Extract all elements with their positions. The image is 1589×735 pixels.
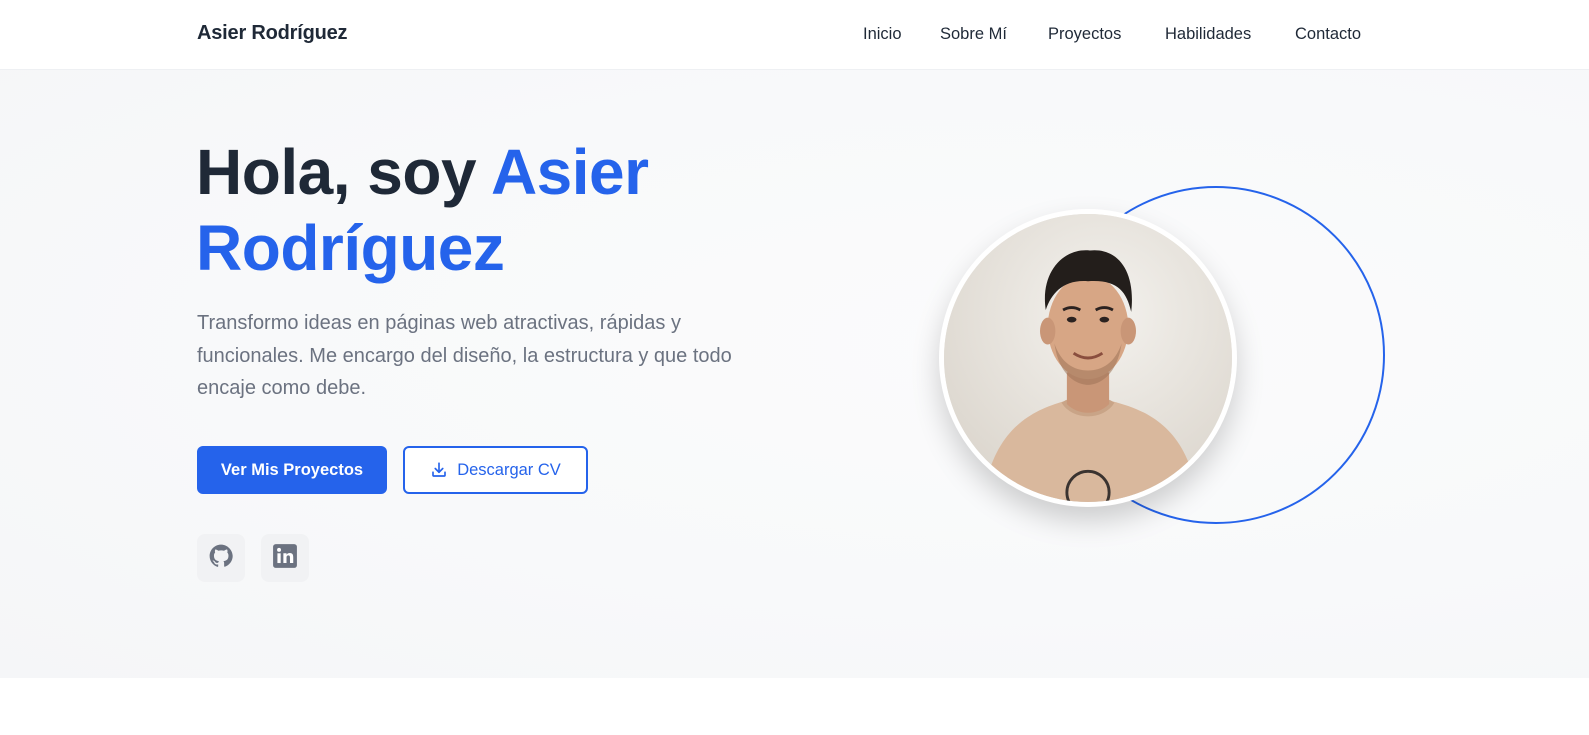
- nav-link-sobre-mi[interactable]: Sobre Mí: [940, 25, 1007, 44]
- github-link[interactable]: [197, 534, 245, 582]
- nav-links: Inicio Sobre Mí Proyectos Habilidades Co…: [0, 25, 1589, 49]
- linkedin-link[interactable]: [261, 534, 309, 582]
- hero-greeting: Hola, soy: [196, 136, 491, 208]
- download-cv-label: Descargar CV: [457, 460, 561, 479]
- nav-link-proyectos[interactable]: Proyectos: [1048, 25, 1121, 44]
- nav-link-inicio[interactable]: Inicio: [863, 25, 902, 44]
- download-cv-button[interactable]: Descargar CV: [403, 446, 588, 494]
- download-icon: [430, 461, 448, 479]
- view-projects-button[interactable]: Ver Mis Proyectos: [197, 446, 387, 494]
- hero-section: Hola, soy Asier Rodríguez Transformo idea…: [0, 70, 1589, 678]
- github-icon: [208, 543, 234, 574]
- hero-name-last: Rodríguez: [196, 212, 505, 284]
- hero-title: Hola, soy Asier Rodríguez: [196, 134, 836, 286]
- nav-link-contacto[interactable]: Contacto: [1295, 25, 1361, 44]
- profile-photo: [939, 209, 1237, 507]
- hero-name-first: Asier: [490, 136, 649, 208]
- nav-link-habilidades[interactable]: Habilidades: [1165, 25, 1251, 44]
- linkedin-icon: [272, 543, 298, 574]
- navbar: Asier Rodríguez Inicio Sobre Mí Proyecto…: [0, 0, 1589, 70]
- hero-description: Transformo ideas en páginas web atractiv…: [197, 312, 732, 399]
